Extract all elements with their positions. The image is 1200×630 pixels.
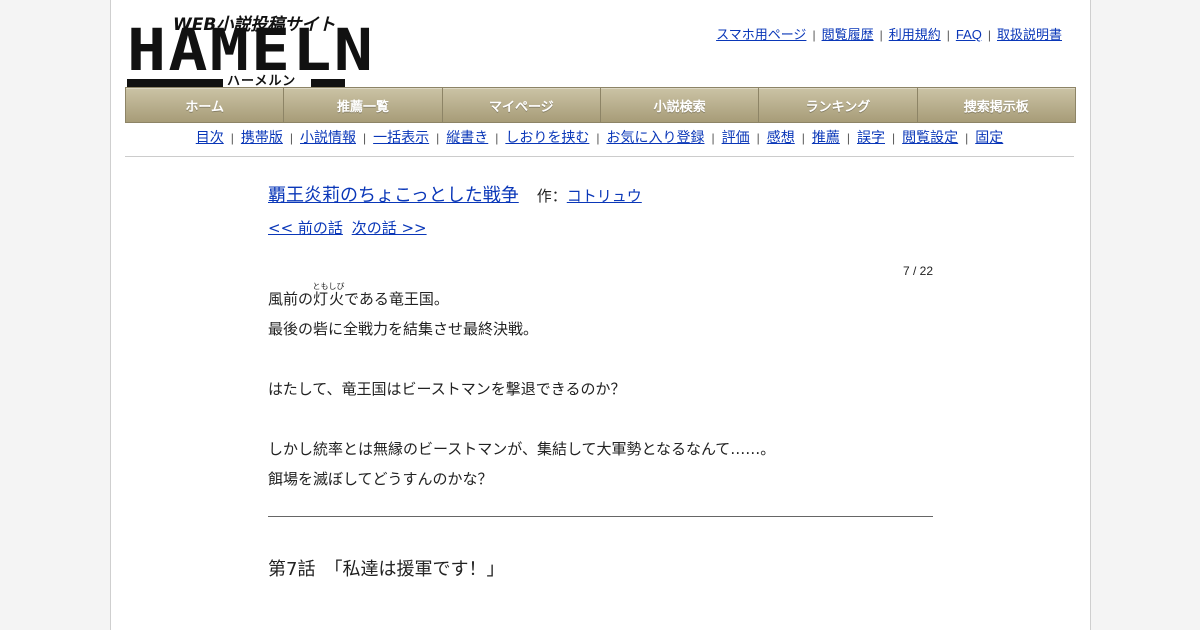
chapter-title: 「私達は援軍です！」 [333,559,505,580]
foreword-line: 餌場を滅ぼしてどうすんのかな？ [268,470,493,488]
subnav-bookmark[interactable]: しおりを挟む [505,129,589,145]
link-terms[interactable]: 利用規約 [889,27,941,42]
nav-home[interactable]: ホーム [126,88,285,122]
next-episode-link[interactable]: 次の話 >> [352,219,427,237]
subnav-rating[interactable]: 評価 [722,129,750,145]
link-smartphone-page[interactable]: スマホ用ページ [716,27,806,42]
foreword-divider [268,516,933,517]
foreword-line: はたして、竜王国はビーストマンを撃退できるのか？ [268,380,626,398]
ruby-word: 灯火ともしび [312,282,345,308]
foreword: 風前の灯火ともしびである竜王国。 最後の砦に全戦力を結集させ最終決戦。 はたして… [268,282,933,494]
main-nav: ホーム 推薦一覧 マイページ 小説検索 ランキング 捜索掲示板 [125,87,1076,123]
subnav-vertical[interactable]: 縦書き [446,129,488,145]
site-logo[interactable]: WEB小説投稿サイト HAMELN ハーメルン [127,10,373,89]
author-link[interactable]: コトリュウ [567,187,642,205]
foreword-blank [268,404,933,434]
chapter-heading: 第7話 「私達は援軍です！」 [268,555,933,581]
subnav-mobile[interactable]: 携帯版 [241,129,283,145]
subnav-toc[interactable]: 目次 [196,129,224,145]
link-faq[interactable]: FAQ [956,27,982,42]
link-history[interactable]: 閲覧履歴 [822,27,874,42]
subnav-view-settings[interactable]: 閲覧設定 [902,129,958,145]
top-links: スマホ用ページ | 閲覧履歴 | 利用規約 | FAQ | 取扱説明書 [716,27,1062,42]
subnav-impressions[interactable]: 感想 [767,129,795,145]
foreword-line: 風前の灯火ともしびである竜王国。 [268,282,449,308]
novel-title-link[interactable]: 覇王炎莉のちょこっとした戦争 [268,185,519,206]
foreword-line: しかし統率とは無縁のビーストマンが、集結して大軍勢となるなんて……。 [268,440,776,458]
nav-search-board[interactable]: 捜索掲示板 [918,88,1075,122]
chapter-number: 第7話 [268,559,316,580]
nav-novel-search[interactable]: 小説検索 [601,88,760,122]
subnav-favorite[interactable]: お気に入り登録 [607,129,705,145]
subnav-novel-info[interactable]: 小説情報 [300,129,356,145]
foreword-blank [268,344,933,374]
nav-recommendations[interactable]: 推薦一覧 [284,88,443,122]
sub-nav: 目次 | 携帯版 | 小説情報 | 一括表示 | 縦書き | しおりを挟む | お気に入り登録 | 評価 | 感… [125,127,1074,157]
nav-mypage[interactable]: マイページ [443,88,601,122]
episode-pager: << 前の話 次の話 >> [268,212,933,244]
page: WEB小説投稿サイト HAMELN ハーメルン スマホ用ページ | 閲覧履歴 | 利用規… [110,0,1091,630]
nav-ranking[interactable]: ランキング [759,88,918,122]
subnav-typo[interactable]: 誤字 [857,129,885,145]
link-manual[interactable]: 取扱説明書 [997,27,1062,42]
subnav-recommend[interactable]: 推薦 [812,129,840,145]
subnav-show-all[interactable]: 一括表示 [373,129,429,145]
prev-episode-link[interactable]: << 前の話 [268,219,343,237]
foreword-line: 最後の砦に全戦力を結集させ最終決戦。 [268,320,539,338]
author-line: 作：コトリュウ [537,187,642,205]
episode-count: 7 / 22 [902,264,933,278]
title-row: 覇王炎莉のちょこっとした戦争 作：コトリュウ [268,180,933,212]
novel-content: 覇王炎莉のちょこっとした戦争 作：コトリュウ << 前の話 次の話 >> 7 / … [268,180,933,581]
author-label: 作： [536,187,567,205]
subnav-pin[interactable]: 固定 [975,129,1003,145]
